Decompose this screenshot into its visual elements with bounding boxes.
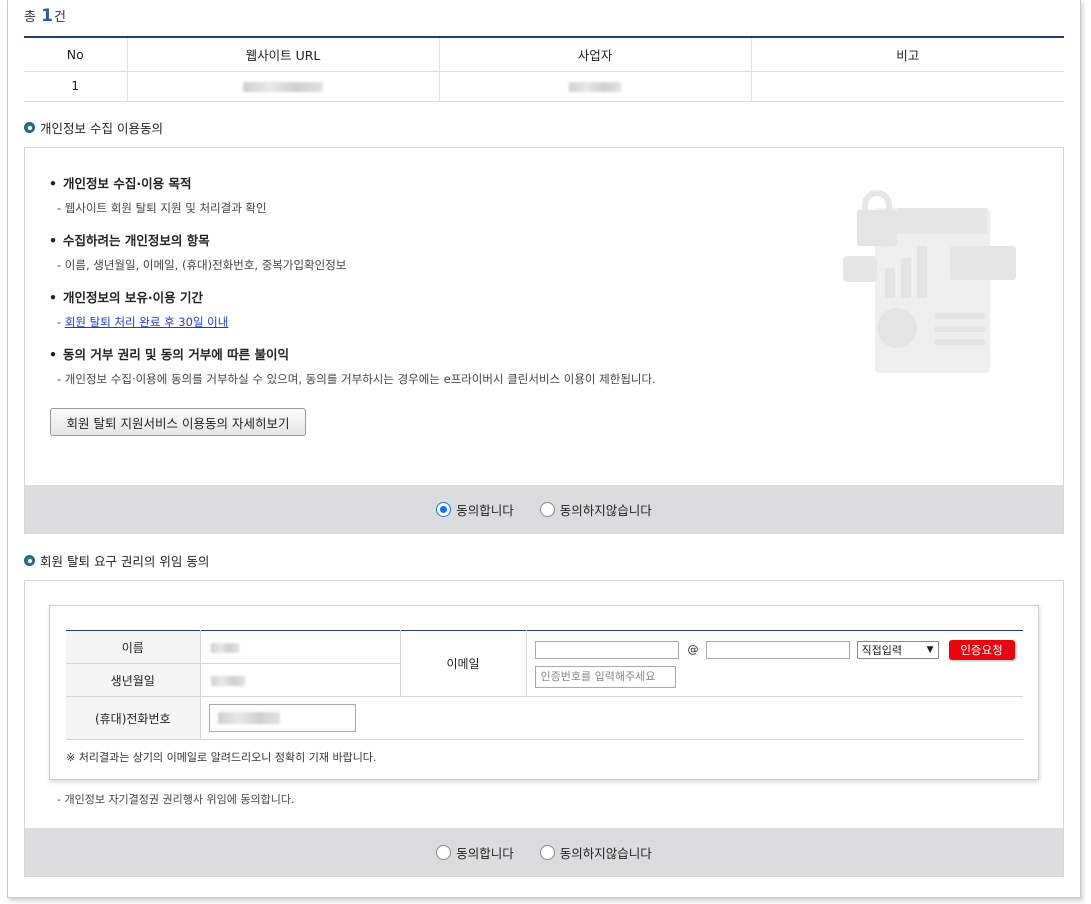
items-heading: 수집하려는 개인정보의 항목 <box>49 230 210 249</box>
detail-view-button[interactable]: 회원 탈퇴 지원서비스 이용동의 자세히보기 <box>50 408 306 436</box>
row-url <box>126 71 439 102</box>
row-no: 1 <box>24 71 127 102</box>
section-bullet-icon <box>24 122 35 133</box>
delegation-consent-bar: 동의합니다 동의하지않습니다 <box>25 828 1063 876</box>
period-heading: 개인정보의 보유·이용 기간 <box>49 287 203 306</box>
email-id-input[interactable] <box>534 641 679 659</box>
privacy-agree-label: 동의합니다 <box>456 502 514 518</box>
domain-select-value: 직접입력 <box>861 644 902 657</box>
form-row-phone: (휴대)전화번호 <box>66 696 1023 740</box>
radio-unchecked-icon <box>436 844 452 860</box>
privacy-consent-bar: 동의합니다 동의하지않습니다 <box>25 485 1063 533</box>
privacy-section-title-text: 개인정보 수집 이용동의 <box>40 121 163 136</box>
header-url: 웹사이트 URL <box>126 37 439 72</box>
row-business <box>438 71 751 102</box>
period-desc: - 회원 탈퇴 처리 완료 후 30일 이내 <box>57 314 228 330</box>
phone-cell <box>199 696 400 740</box>
birth-label: 생년월일 <box>66 663 200 697</box>
refusal-desc: - 개인정보 수집·이용에 동의를 거부하실 수 있으며, 동의를 거부하시는 … <box>57 372 656 386</box>
items-desc: - 이름, 생년월일, 이메일, (휴대)전화번호, 중복가입확인정보 <box>57 258 347 272</box>
phone-input[interactable] <box>208 704 356 732</box>
privacy-document-illustration-icon <box>843 190 1016 373</box>
at-sign: @ <box>687 643 699 656</box>
delegation-section-title-text: 회원 탈퇴 요구 권리의 위임 동의 <box>40 554 210 569</box>
header-no: No <box>24 37 127 72</box>
phone-row-empty <box>400 696 1023 740</box>
chevron-down-icon: ▼ <box>926 645 934 655</box>
email-notice: ※ 처리결과는 상기의 이메일로 알려드리오니 정확히 기재 바랍니다. <box>66 751 377 764</box>
privacy-consent-box: 개인정보 수집·이용 목적 - 웹사이트 회원 탈퇴 지원 및 처리결과 확인 … <box>24 147 1064 534</box>
privacy-agree-radio[interactable]: 동의합니다 <box>436 500 514 519</box>
period-desc-prefix: - <box>57 315 65 329</box>
verify-request-button[interactable]: 인증요청 <box>948 640 1015 660</box>
table-row: 1 <box>24 71 1064 102</box>
delegation-section-title: 회원 탈퇴 요구 권리의 위임 동의 <box>24 551 209 570</box>
delegation-agree-label: 동의합니다 <box>456 845 514 861</box>
delegation-desc: - 개인정보 자기결정권 권리행사 위임에 동의합니다. <box>57 793 295 806</box>
delegation-form-card: 이름 이메일 @ 직접입력 ▼ 인증요청 인증번호를 입력해주세요 생년월일 (… <box>49 605 1039 780</box>
delegation-consent-box: 이름 이메일 @ 직접입력 ▼ 인증요청 인증번호를 입력해주세요 생년월일 (… <box>24 580 1064 877</box>
phone-label: (휴대)전화번호 <box>66 696 200 740</box>
delegation-agree-radio[interactable]: 동의합니다 <box>436 843 514 862</box>
refusal-heading: 동의 거부 권리 및 동의 거부에 따른 불이익 <box>49 344 289 363</box>
name-label: 이름 <box>66 630 200 664</box>
email-label: 이메일 <box>399 630 526 697</box>
total-count-number: 1 <box>41 6 53 26</box>
verification-code-input[interactable]: 인증번호를 입력해주세요 <box>534 666 676 688</box>
privacy-section-title: 개인정보 수집 이용동의 <box>24 118 163 137</box>
row-note <box>750 71 1064 102</box>
purpose-desc: - 웹사이트 회원 탈퇴 지원 및 처리결과 확인 <box>57 201 267 215</box>
radio-unchecked-icon <box>539 844 555 860</box>
privacy-disagree-label: 동의하지않습니다 <box>559 502 652 518</box>
form-row-name: 이름 이메일 @ 직접입력 ▼ 인증요청 인증번호를 입력해주세요 <box>66 630 1023 697</box>
header-note: 비고 <box>750 37 1064 72</box>
total-count: 총 1건 <box>24 6 66 26</box>
section-bullet-icon <box>24 555 35 566</box>
birth-value <box>199 663 400 697</box>
purpose-heading: 개인정보 수집·이용 목적 <box>49 173 191 192</box>
total-prefix: 총 <box>24 10 36 25</box>
email-domain-select[interactable]: 직접입력 ▼ <box>856 641 939 659</box>
table-header-row: No 웹사이트 URL 사업자 비고 <box>24 37 1064 72</box>
delegation-form-table: 이름 이메일 @ 직접입력 ▼ 인증요청 인증번호를 입력해주세요 생년월일 (… <box>66 630 1023 740</box>
delegation-disagree-radio[interactable]: 동의하지않습니다 <box>539 843 652 862</box>
email-domain-input[interactable] <box>705 641 850 659</box>
website-url-table: No 웹사이트 URL 사업자 비고 1 <box>24 36 1064 102</box>
header-business: 사업자 <box>438 37 751 72</box>
privacy-disagree-radio[interactable]: 동의하지않습니다 <box>539 500 652 519</box>
delegation-disagree-label: 동의하지않습니다 <box>559 845 652 861</box>
radio-checked-icon <box>436 501 452 517</box>
radio-unchecked-icon <box>539 501 555 517</box>
name-value <box>199 630 400 664</box>
period-link[interactable]: 회원 탈퇴 처리 완료 후 30일 이내 <box>65 315 229 329</box>
email-cell: @ 직접입력 ▼ 인증요청 인증번호를 입력해주세요 <box>525 630 1023 697</box>
total-suffix: 건 <box>53 10 66 25</box>
